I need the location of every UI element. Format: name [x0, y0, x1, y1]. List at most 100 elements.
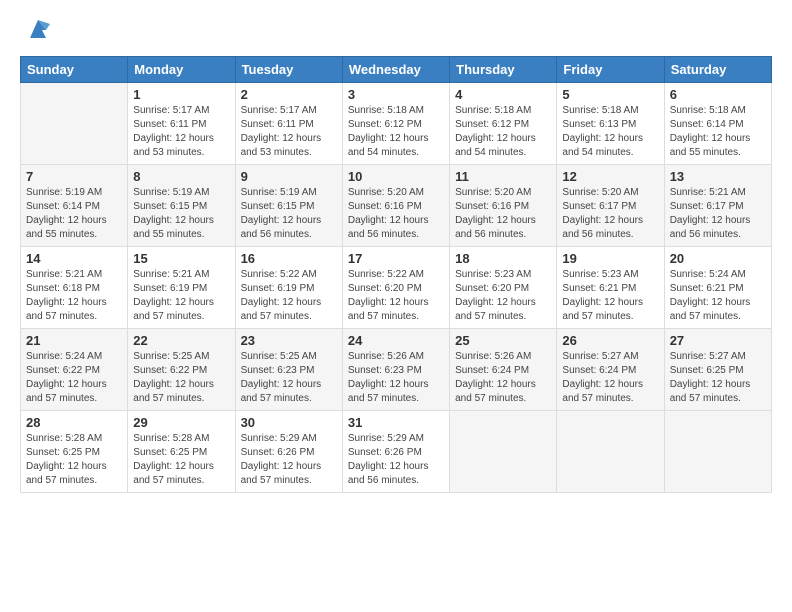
calendar-cell: 14 Sunrise: 5:21 AM Sunset: 6:18 PM Dayli… [21, 247, 128, 329]
day-number: 22 [133, 333, 229, 348]
weekday-header-saturday: Saturday [664, 57, 771, 83]
weekday-header-wednesday: Wednesday [342, 57, 449, 83]
day-info: Sunrise: 5:18 AM Sunset: 6:12 PM Dayligh… [455, 104, 551, 160]
weekday-header-row: SundayMondayTuesdayWednesdayThursdayFrid… [21, 57, 772, 83]
calendar-cell: 15 Sunrise: 5:21 AM Sunset: 6:19 PM Dayli… [128, 247, 235, 329]
calendar-cell: 8 Sunrise: 5:19 AM Sunset: 6:15 PM Daylig… [128, 165, 235, 247]
day-number: 24 [348, 333, 444, 348]
day-number: 2 [241, 87, 337, 102]
calendar-cell: 30Sunrise: 5:29 AM Sunset: 6:26 PM Dayli… [235, 411, 342, 493]
calendar-cell: 3Sunrise: 5:18 AM Sunset: 6:12 PM Daylig… [342, 83, 449, 165]
calendar-cell: 28Sunrise: 5:28 AM Sunset: 6:25 PM Dayli… [21, 411, 128, 493]
day-info: Sunrise: 5:26 AM Sunset: 6:23 PM Dayligh… [348, 350, 444, 406]
calendar-cell: 5 Sunrise: 5:18 AM Sunset: 6:13 PM Daylig… [557, 83, 664, 165]
day-info: Sunrise: 5:18 AM Sunset: 6:14 PM Dayligh… [670, 104, 766, 160]
calendar-cell: 25 Sunrise: 5:26 AM Sunset: 6:24 PM Dayli… [450, 329, 557, 411]
day-info: Sunrise: 5:22 AM Sunset: 6:19 PM Dayligh… [241, 268, 337, 324]
day-info: Sunrise: 5:17 AM Sunset: 6:11 PM Dayligh… [133, 104, 229, 160]
day-info: Sunrise: 5:29 AM Sunset: 6:26 PM Dayligh… [348, 432, 444, 488]
day-number: 19 [562, 251, 658, 266]
day-number: 15 [133, 251, 229, 266]
calendar-week-row: 21Sunrise: 5:24 AM Sunset: 6:22 PM Dayli… [21, 329, 772, 411]
logo [20, 18, 54, 44]
calendar-cell: 4 Sunrise: 5:18 AM Sunset: 6:12 PM Daylig… [450, 83, 557, 165]
day-info: Sunrise: 5:20 AM Sunset: 6:16 PM Dayligh… [455, 186, 551, 242]
day-info: Sunrise: 5:28 AM Sunset: 6:25 PM Dayligh… [133, 432, 229, 488]
day-info: Sunrise: 5:21 AM Sunset: 6:19 PM Dayligh… [133, 268, 229, 324]
day-info: Sunrise: 5:24 AM Sunset: 6:21 PM Dayligh… [670, 268, 766, 324]
day-number: 13 [670, 169, 766, 184]
calendar-cell: 6 Sunrise: 5:18 AM Sunset: 6:14 PM Daylig… [664, 83, 771, 165]
day-info: Sunrise: 5:27 AM Sunset: 6:24 PM Dayligh… [562, 350, 658, 406]
calendar-cell: 21Sunrise: 5:24 AM Sunset: 6:22 PM Dayli… [21, 329, 128, 411]
calendar-cell: 13 Sunrise: 5:21 AM Sunset: 6:17 PM Dayli… [664, 165, 771, 247]
calendar-cell: 10 Sunrise: 5:20 AM Sunset: 6:16 PM Dayli… [342, 165, 449, 247]
weekday-header-tuesday: Tuesday [235, 57, 342, 83]
day-number: 8 [133, 169, 229, 184]
day-number: 14 [26, 251, 122, 266]
calendar-cell: 16 Sunrise: 5:22 AM Sunset: 6:19 PM Dayli… [235, 247, 342, 329]
day-info: Sunrise: 5:18 AM Sunset: 6:13 PM Dayligh… [562, 104, 658, 160]
header [20, 18, 772, 44]
calendar-cell: 22 Sunrise: 5:25 AM Sunset: 6:22 PM Dayli… [128, 329, 235, 411]
day-number: 17 [348, 251, 444, 266]
day-info: Sunrise: 5:20 AM Sunset: 6:16 PM Dayligh… [348, 186, 444, 242]
day-number: 4 [455, 87, 551, 102]
calendar-cell: 20Sunrise: 5:24 AM Sunset: 6:21 PM Dayli… [664, 247, 771, 329]
calendar-cell [450, 411, 557, 493]
day-number: 1 [133, 87, 229, 102]
day-number: 10 [348, 169, 444, 184]
calendar-cell: 19 Sunrise: 5:23 AM Sunset: 6:21 PM Dayli… [557, 247, 664, 329]
day-number: 7 [26, 169, 122, 184]
calendar-cell: 23Sunrise: 5:25 AM Sunset: 6:23 PM Dayli… [235, 329, 342, 411]
calendar-cell: 31 Sunrise: 5:29 AM Sunset: 6:26 PM Dayli… [342, 411, 449, 493]
day-info: Sunrise: 5:19 AM Sunset: 6:15 PM Dayligh… [133, 186, 229, 242]
calendar-cell [21, 83, 128, 165]
weekday-header-thursday: Thursday [450, 57, 557, 83]
calendar-week-row: 7 Sunrise: 5:19 AM Sunset: 6:14 PM Daylig… [21, 165, 772, 247]
weekday-header-sunday: Sunday [21, 57, 128, 83]
day-info: Sunrise: 5:23 AM Sunset: 6:21 PM Dayligh… [562, 268, 658, 324]
day-number: 26 [562, 333, 658, 348]
calendar-week-row: 28 Sunrise: 5:28 AM Sunset: 6:25 PM Dayli… [21, 411, 772, 493]
day-number: 6 [670, 87, 766, 102]
calendar-cell: 17 Sunrise: 5:22 AM Sunset: 6:20 PM Dayli… [342, 247, 449, 329]
day-number: 5 [562, 87, 658, 102]
day-info: Sunrise: 5:27 AM Sunset: 6:25 PM Dayligh… [670, 350, 766, 406]
logo-icon [22, 16, 54, 44]
day-info: Sunrise: 5:22 AM Sunset: 6:20 PM Dayligh… [348, 268, 444, 324]
day-info: Sunrise: 5:25 AM Sunset: 6:22 PM Dayligh… [133, 350, 229, 406]
calendar-cell: 29 Sunrise: 5:28 AM Sunset: 6:25 PM Dayli… [128, 411, 235, 493]
day-info: Sunrise: 5:19 AM Sunset: 6:15 PM Dayligh… [241, 186, 337, 242]
day-number: 27 [670, 333, 766, 348]
day-number: 16 [241, 251, 337, 266]
calendar-cell: 11Sunrise: 5:20 AM Sunset: 6:16 PM Dayli… [450, 165, 557, 247]
day-number: 18 [455, 251, 551, 266]
day-info: Sunrise: 5:25 AM Sunset: 6:23 PM Dayligh… [241, 350, 337, 406]
calendar-table: SundayMondayTuesdayWednesdayThursdayFrid… [20, 56, 772, 493]
calendar-cell: 7 Sunrise: 5:19 AM Sunset: 6:14 PM Daylig… [21, 165, 128, 247]
day-info: Sunrise: 5:23 AM Sunset: 6:20 PM Dayligh… [455, 268, 551, 324]
calendar-cell: 26 Sunrise: 5:27 AM Sunset: 6:24 PM Dayli… [557, 329, 664, 411]
day-number: 31 [348, 415, 444, 430]
day-info: Sunrise: 5:19 AM Sunset: 6:14 PM Dayligh… [26, 186, 122, 242]
main-container: SundayMondayTuesdayWednesdayThursdayFrid… [0, 0, 792, 503]
day-number: 12 [562, 169, 658, 184]
day-info: Sunrise: 5:21 AM Sunset: 6:17 PM Dayligh… [670, 186, 766, 242]
day-number: 9 [241, 169, 337, 184]
day-info: Sunrise: 5:26 AM Sunset: 6:24 PM Dayligh… [455, 350, 551, 406]
day-info: Sunrise: 5:20 AM Sunset: 6:17 PM Dayligh… [562, 186, 658, 242]
day-number: 3 [348, 87, 444, 102]
day-number: 28 [26, 415, 122, 430]
calendar-cell [664, 411, 771, 493]
day-info: Sunrise: 5:21 AM Sunset: 6:18 PM Dayligh… [26, 268, 122, 324]
day-number: 25 [455, 333, 551, 348]
calendar-cell: 1 Sunrise: 5:17 AM Sunset: 6:11 PM Daylig… [128, 83, 235, 165]
calendar-week-row: 14 Sunrise: 5:21 AM Sunset: 6:18 PM Dayli… [21, 247, 772, 329]
calendar-week-row: 1 Sunrise: 5:17 AM Sunset: 6:11 PM Daylig… [21, 83, 772, 165]
day-info: Sunrise: 5:29 AM Sunset: 6:26 PM Dayligh… [241, 432, 337, 488]
calendar-cell: 18 Sunrise: 5:23 AM Sunset: 6:20 PM Dayli… [450, 247, 557, 329]
calendar-cell [557, 411, 664, 493]
day-number: 29 [133, 415, 229, 430]
calendar-cell: 27 Sunrise: 5:27 AM Sunset: 6:25 PM Dayli… [664, 329, 771, 411]
